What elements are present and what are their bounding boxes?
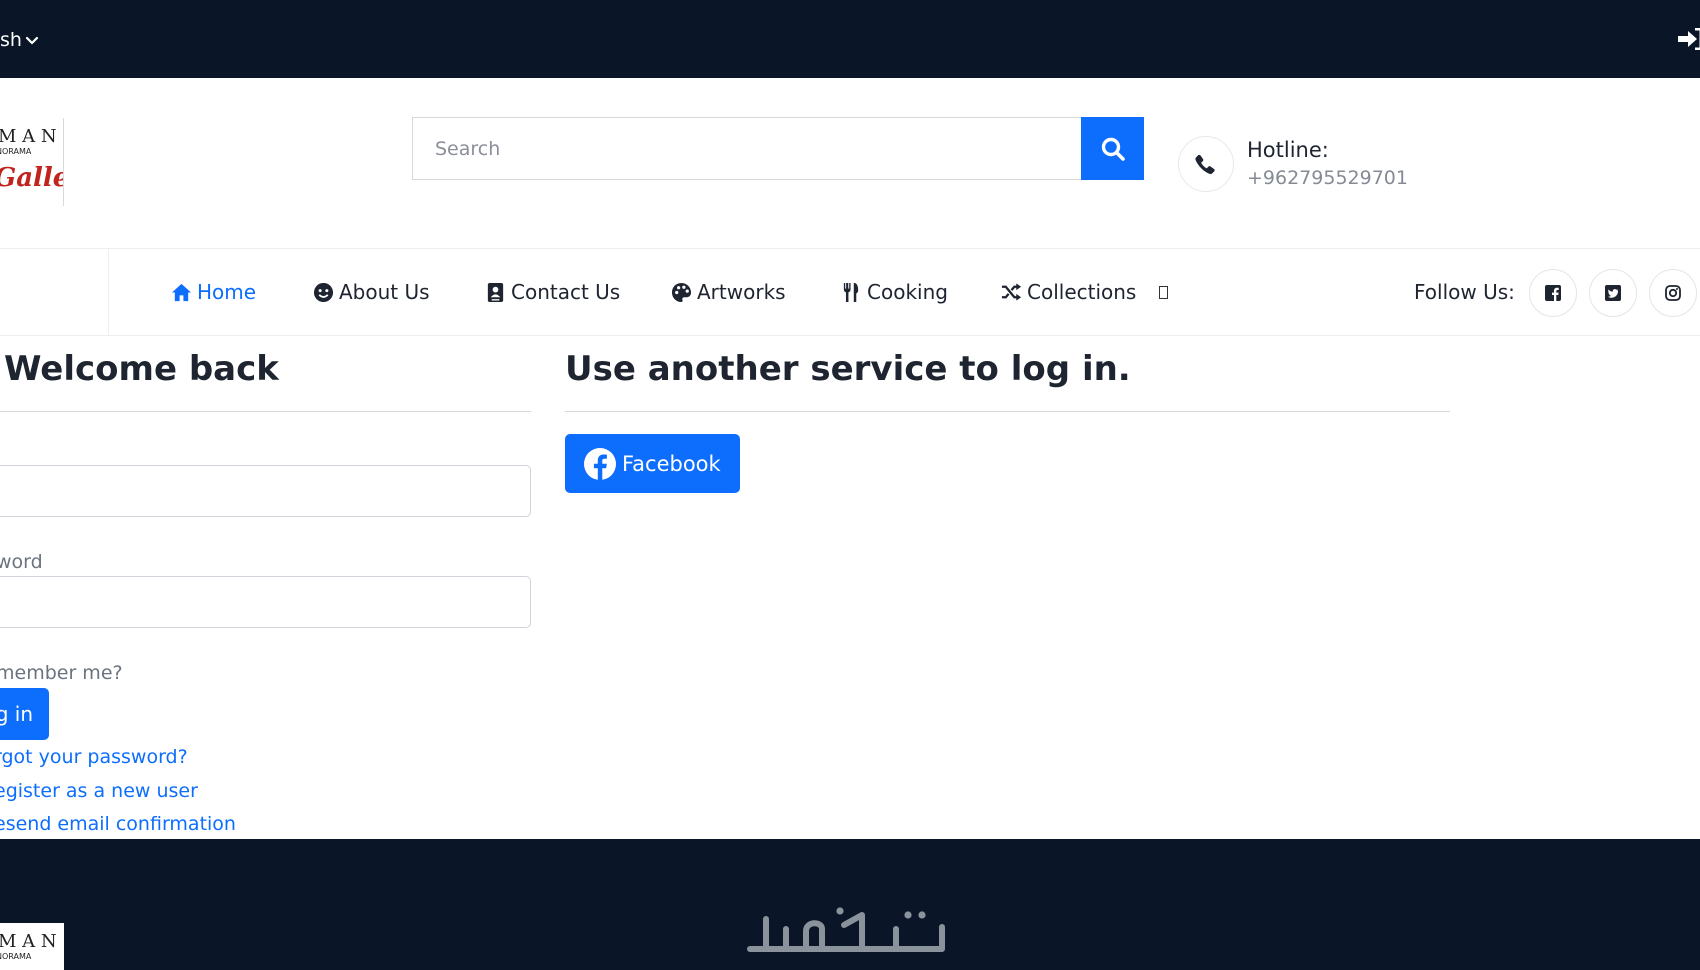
watermark-logo: [747, 907, 945, 952]
nav-item-collections[interactable]: Collections: [1001, 279, 1169, 305]
facebook-icon: [1545, 285, 1561, 301]
nav-item-contact-us[interactable]: Contact Us: [485, 279, 620, 305]
home-icon: [171, 283, 192, 301]
nav-item-home[interactable]: Home: [171, 279, 256, 305]
facebook-login-label: Facebook: [622, 451, 721, 476]
hotline-label: Hotline:: [1247, 138, 1329, 162]
twitter-icon: [1605, 285, 1621, 301]
dropdown-toggle-icon[interactable]: [1159, 285, 1169, 299]
nav-item-label: Collections: [1027, 280, 1137, 304]
search-icon: [1101, 137, 1125, 161]
sign-in-icon[interactable]: [1678, 28, 1700, 50]
nav-item-cooking[interactable]: Cooking: [841, 279, 948, 305]
language-label: sh: [0, 29, 22, 51]
remember-me-checkbox[interactable]: member me?: [0, 661, 123, 685]
logo-line-2: NORAMA: [0, 147, 32, 156]
password-label: word: [0, 551, 43, 573]
phone-icon: [1195, 154, 1215, 175]
nav-item-label: Artworks: [697, 280, 786, 304]
logo-line-3: Gallery: [0, 163, 64, 193]
nav-item-label: Contact Us: [511, 280, 621, 304]
forgot-password-link[interactable]: rgot your password?: [0, 745, 188, 769]
external-login-divider: [565, 411, 1450, 412]
nav-item-label: Cooking: [867, 280, 948, 304]
login-divider: [0, 411, 531, 412]
search-button[interactable]: [1081, 117, 1144, 180]
nav-divider: [108, 249, 109, 335]
logo-line-1: M A N: [0, 126, 57, 147]
footer-logo[interactable]: M A N NORAMA: [0, 923, 64, 970]
register-link[interactable]: egister as a new user: [0, 779, 198, 803]
login-title: Welcome back: [4, 349, 279, 389]
address-card-icon: [487, 282, 504, 302]
chevron-down-icon: [25, 36, 39, 45]
nav-item-label: About Us: [339, 280, 430, 304]
palette-icon: [671, 282, 692, 302]
smile-icon: [313, 282, 334, 302]
instagram-icon: [1665, 285, 1681, 301]
facebook-login-button[interactable]: Facebook: [565, 434, 740, 493]
login-button[interactable]: g in: [0, 688, 49, 740]
logo-line-1: M A N: [0, 931, 57, 952]
social-instagram-button[interactable]: [1649, 269, 1697, 317]
nav-item-about-us[interactable]: About Us: [313, 279, 430, 305]
nav-item-label: Home: [197, 280, 257, 304]
external-login-title: Use another service to log in.: [565, 349, 1131, 389]
hotline-phone-badge: [1178, 136, 1234, 192]
social-twitter-button[interactable]: [1589, 269, 1637, 317]
nav-item-artworks[interactable]: Artworks: [671, 279, 786, 305]
social-facebook-button[interactable]: [1529, 269, 1577, 317]
email-field[interactable]: [0, 465, 531, 517]
main-navbar: Home About Us Contact Us Artworks Cookin…: [0, 248, 1700, 336]
site-logo[interactable]: M A N NORAMA Gallery: [0, 118, 64, 206]
search-bar: [412, 117, 1144, 180]
email-label: l: [0, 436, 1, 458]
language-selector[interactable]: sh: [0, 28, 39, 52]
logo-line-2: NORAMA: [0, 952, 32, 961]
follow-us-label: Follow Us:: [1414, 280, 1515, 304]
hotline-number[interactable]: +962795529701: [1247, 166, 1408, 190]
resend-confirmation-link[interactable]: esend email confirmation: [0, 812, 236, 836]
shuffle-icon: [1001, 282, 1022, 301]
footer: M A N NORAMA: [0, 839, 1700, 970]
search-input[interactable]: [412, 117, 1081, 180]
password-field[interactable]: [0, 576, 531, 628]
top-bar: sh: [0, 0, 1700, 78]
facebook-icon: [584, 447, 616, 480]
utensils-icon: [843, 282, 859, 302]
